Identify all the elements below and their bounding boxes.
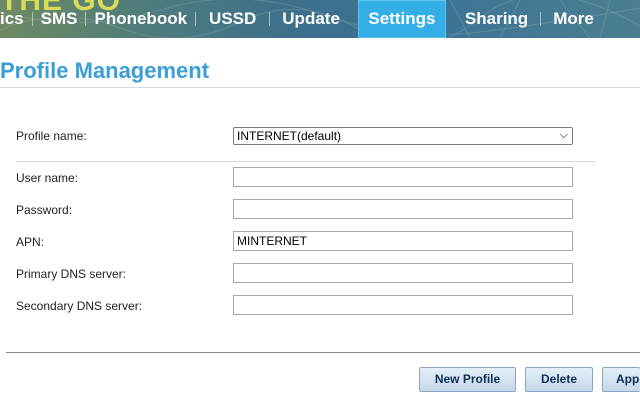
tab-more[interactable]: More	[541, 0, 606, 38]
apn-label: APN:	[16, 235, 45, 249]
secondary-dns-input[interactable]	[233, 295, 573, 315]
footer-divider	[6, 352, 640, 353]
tab-settings[interactable]: Settings	[357, 0, 446, 38]
nav-separator	[195, 12, 197, 26]
password-input[interactable]	[233, 199, 573, 219]
tab-statistics[interactable]: ics	[0, 0, 32, 38]
apply-button[interactable]: App	[602, 367, 640, 392]
password-label: Password:	[16, 203, 73, 217]
tab-phonebook[interactable]: Phonebook	[86, 0, 195, 38]
main-nav: ics SMS Phonebook USSD Update Settings S…	[0, 0, 606, 38]
apn-input[interactable]	[233, 231, 573, 251]
nav-separator	[85, 12, 87, 26]
tab-update[interactable]: Update	[270, 0, 352, 38]
delete-button[interactable]: Delete	[525, 367, 593, 392]
tab-sharing[interactable]: Sharing	[446, 0, 540, 38]
title-divider	[0, 87, 640, 88]
nav-separator	[269, 12, 271, 26]
user-name-label: User name:	[16, 171, 79, 185]
page-title: Profile Management	[0, 58, 210, 83]
form-divider	[16, 161, 596, 162]
secondary-dns-label: Secondary DNS server:	[16, 299, 143, 313]
primary-dns-label: Primary DNS server:	[16, 267, 127, 281]
nav-separator	[31, 12, 33, 26]
user-name-input[interactable]	[233, 167, 573, 187]
new-profile-button[interactable]: New Profile	[419, 367, 516, 392]
profile-name-select[interactable]: INTERNET(default) ⌵	[233, 127, 573, 145]
nav-separator	[540, 12, 542, 26]
top-nav-bar: THE GO ics SMS Phonebook USSD Update Set…	[0, 0, 640, 38]
profile-name-value: INTERNET(default)	[237, 129, 342, 143]
primary-dns-input[interactable]	[233, 263, 573, 283]
tab-ussd[interactable]: USSD	[196, 0, 269, 38]
tab-sms[interactable]: SMS	[33, 0, 86, 38]
profile-name-label: Profile name:	[16, 129, 87, 143]
chevron-down-icon: ⌵	[559, 129, 568, 141]
